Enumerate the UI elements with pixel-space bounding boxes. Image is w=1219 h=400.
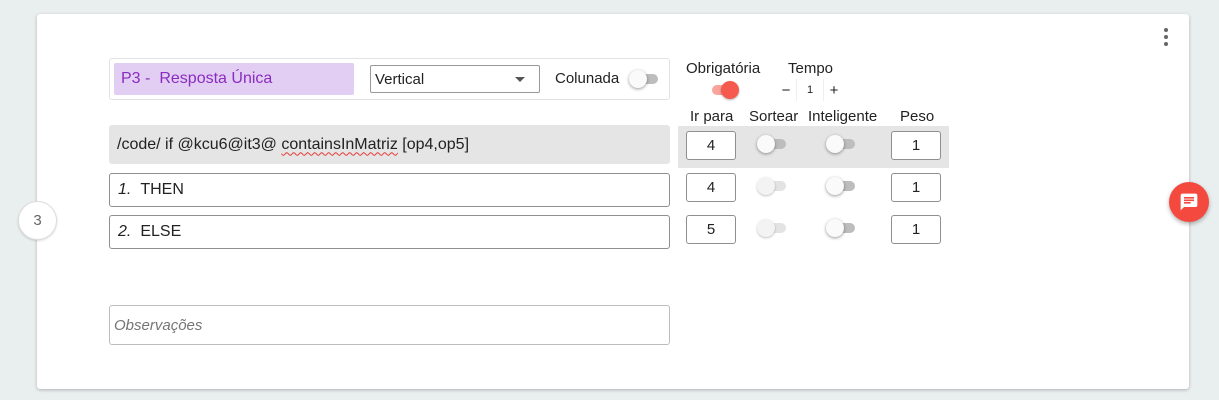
observacoes-field[interactable]: Observações	[109, 305, 670, 345]
column-header-ir-para: Ir para	[690, 108, 734, 125]
code-row-inteligente-toggle[interactable]	[826, 135, 856, 153]
code-row-suffix: [op4,op5]	[397, 135, 470, 153]
question-title-text: Resposta Única	[159, 70, 273, 87]
column-header-sortear: Sortear	[749, 108, 799, 125]
option-label: THEN	[140, 181, 184, 198]
chat-button[interactable]	[1169, 182, 1209, 222]
option-1-ir-para-input[interactable]: 4	[686, 173, 736, 202]
option-1-sortear-toggle[interactable]	[757, 177, 787, 195]
obrigatoria-toggle[interactable]	[709, 81, 739, 99]
obrigatoria-label: Obrigatória	[686, 60, 761, 77]
tempo-label: Tempo	[788, 60, 834, 77]
column-header-peso: Peso	[900, 108, 935, 125]
code-row-prefix: /code/ if @kcu6@it3@	[117, 135, 282, 153]
option-row-1[interactable]: 1. THEN	[109, 173, 670, 207]
tempo-stepper: − 1 +	[776, 79, 844, 101]
code-row[interactable]: /code/ if @kcu6@it3@ containsInMatriz [o…	[109, 125, 670, 164]
orientation-select[interactable]: Vertical	[370, 65, 540, 93]
option-1-inteligente-toggle[interactable]	[826, 177, 856, 195]
code-row-peso-input[interactable]: 1	[891, 131, 941, 160]
option-row-2[interactable]: 2. ELSE	[109, 215, 670, 249]
colunada-toggle[interactable]	[629, 70, 659, 88]
question-number-badge: 3	[18, 201, 57, 240]
question-code: P3 -	[121, 70, 151, 87]
chevron-down-icon	[515, 77, 525, 82]
tempo-increment-button[interactable]: +	[824, 79, 844, 101]
tempo-value[interactable]: 1	[796, 79, 824, 101]
column-header-inteligente: Inteligente	[808, 108, 878, 125]
code-row-function: containsInMatriz	[281, 135, 398, 153]
option-1-peso-input[interactable]: 1	[891, 173, 941, 202]
option-2-peso-input[interactable]: 1	[891, 215, 941, 244]
tempo-decrement-button[interactable]: −	[776, 79, 796, 101]
chat-icon	[1180, 193, 1198, 211]
orientation-value: Vertical	[375, 70, 425, 88]
question-title[interactable]: P3 - Resposta Única	[114, 63, 354, 95]
code-row-ir-para-input[interactable]: 4	[686, 131, 736, 160]
option-number: 2.	[118, 223, 132, 240]
observacoes-placeholder: Observações	[114, 316, 203, 334]
option-2-ir-para-input[interactable]: 5	[686, 215, 736, 244]
option-2-inteligente-toggle[interactable]	[826, 219, 856, 237]
option-label: ELSE	[140, 223, 182, 240]
option-2-sortear-toggle[interactable]	[757, 219, 787, 237]
more-vert-icon[interactable]	[1158, 26, 1174, 48]
colunada-label: Colunada	[555, 70, 620, 87]
code-row-sortear-toggle[interactable]	[757, 135, 787, 153]
option-number: 1.	[118, 181, 132, 198]
